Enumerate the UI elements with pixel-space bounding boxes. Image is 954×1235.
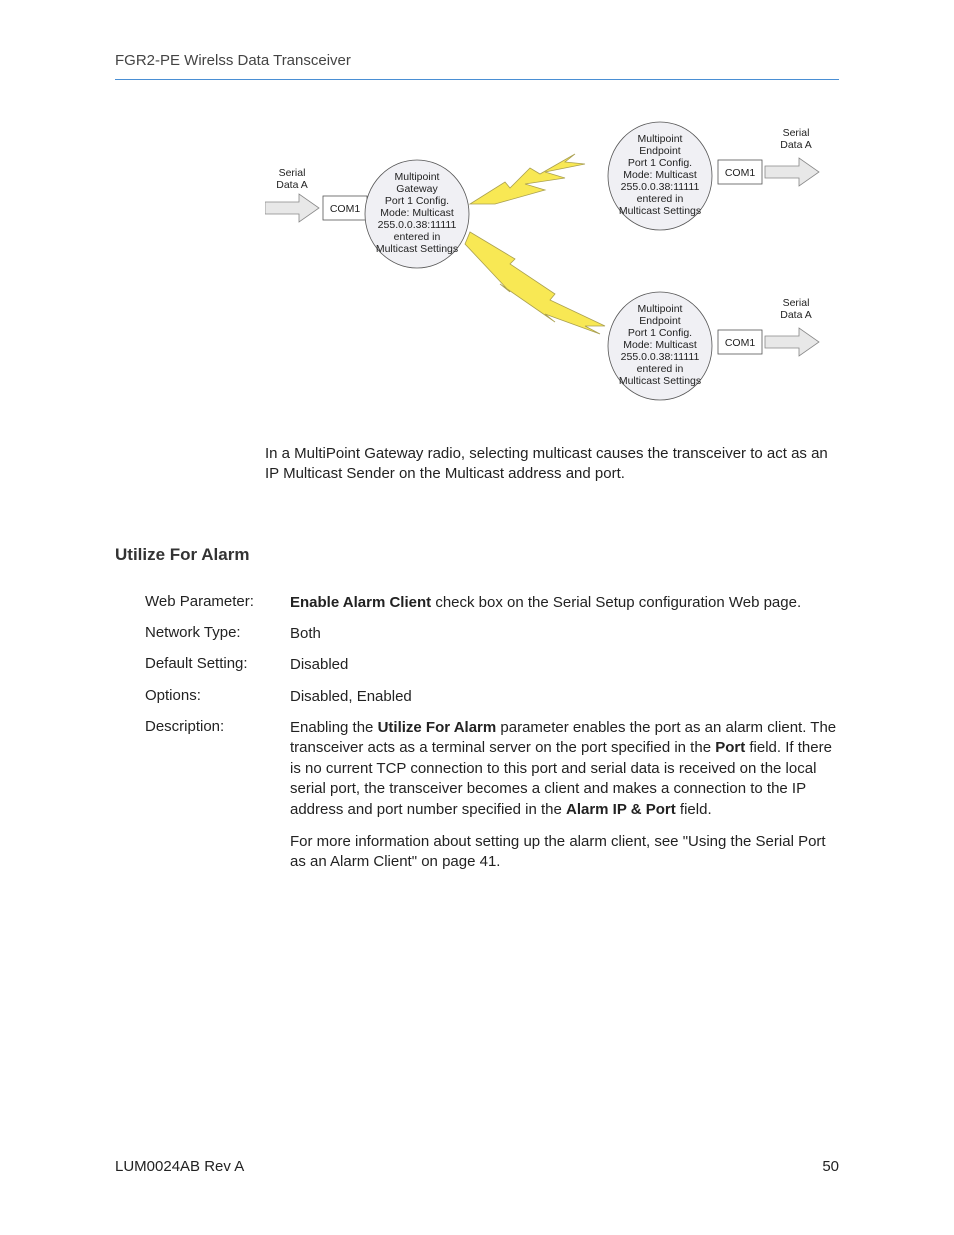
svg-text:entered in: entered in (394, 231, 441, 243)
value-web-parameter: Enable Alarm Client check box on the Ser… (290, 593, 839, 613)
row-options: Options: Disabled, Enabled (145, 687, 839, 707)
row-default-setting: Default Setting: Disabled (145, 655, 839, 675)
header-divider (115, 79, 839, 80)
svg-text:Mode: Multicast: Mode: Multicast (380, 207, 454, 219)
svg-text:Gateway: Gateway (396, 183, 438, 195)
com1-left-box: COM1 (323, 196, 367, 220)
row-web-parameter: Web Parameter: Enable Alarm Client check… (145, 593, 839, 613)
svg-text:Mode: Multicast: Mode: Multicast (623, 339, 697, 351)
svg-text:Multipoint: Multipoint (638, 133, 683, 145)
row-description: Description: Enabling the Utilize For Al… (145, 718, 839, 873)
svg-text:Port 1 Config.: Port 1 Config. (385, 195, 449, 207)
value-options: Disabled, Enabled (290, 687, 839, 707)
svg-text:entered in: entered in (637, 363, 684, 375)
svg-text:Multicast Settings: Multicast Settings (619, 205, 701, 217)
page-footer: LUM0024AB Rev A 50 (115, 1158, 839, 1175)
svg-text:Multipoint: Multipoint (638, 303, 683, 315)
left-input-arrow: Serial Data A (265, 167, 319, 222)
description-extra: For more information about setting up th… (290, 832, 839, 873)
label-default-setting: Default Setting: (145, 655, 290, 675)
multicast-diagram: Serial Data A COM1 Multipoint Gateway Po… (265, 104, 839, 424)
row-network-type: Network Type: Both (145, 624, 839, 644)
svg-text:Serial: Serial (279, 167, 306, 179)
svg-text:Port 1 Config.: Port 1 Config. (628, 157, 692, 169)
com1-right-1: COM1 Serial Data A (718, 127, 819, 186)
svg-text:255.0.0.38:11111: 255.0.0.38:11111 (378, 219, 457, 231)
section-heading: Utilize For Alarm (115, 545, 839, 565)
svg-text:Data A: Data A (276, 179, 308, 191)
label-network-type: Network Type: (145, 624, 290, 644)
value-description: Enabling the Utilize For Alarm parameter… (290, 718, 839, 873)
svg-text:255.0.0.38:11111: 255.0.0.38:11111 (621, 351, 700, 363)
svg-text:Endpoint: Endpoint (639, 145, 681, 157)
svg-text:Serial: Serial (783, 297, 810, 309)
endpoint2-ellipse: Multipoint Endpoint Port 1 Config. Mode:… (608, 292, 712, 400)
page-header-title: FGR2-PE Wirelss Data Transceiver (115, 52, 839, 69)
svg-text:Serial: Serial (783, 127, 810, 139)
svg-text:Multicast Settings: Multicast Settings (376, 243, 458, 255)
label-description: Description: (145, 718, 290, 873)
svg-text:entered in: entered in (637, 193, 684, 205)
diagram-svg: Serial Data A COM1 Multipoint Gateway Po… (265, 104, 835, 414)
svg-text:Mode: Multicast: Mode: Multicast (623, 169, 697, 181)
svg-text:COM1: COM1 (725, 167, 755, 179)
value-default-setting: Disabled (290, 655, 839, 675)
svg-text:255.0.0.38:11111: 255.0.0.38:11111 (621, 181, 700, 193)
svg-text:Multipoint: Multipoint (395, 171, 440, 183)
zig-top (470, 154, 585, 204)
intro-paragraph: In a MultiPoint Gateway radio, selecting… (265, 444, 839, 485)
parameter-block: Web Parameter: Enable Alarm Client check… (145, 593, 839, 873)
svg-text:Data A: Data A (780, 309, 812, 321)
footer-page-number: 50 (822, 1158, 839, 1175)
value-network-type: Both (290, 624, 839, 644)
svg-text:Multicast Settings: Multicast Settings (619, 375, 701, 387)
footer-doc-id: LUM0024AB Rev A (115, 1158, 244, 1175)
zig-bottom (465, 232, 605, 334)
svg-text:Endpoint: Endpoint (639, 315, 681, 327)
gateway-ellipse: Multipoint Gateway Port 1 Config. Mode: … (365, 160, 469, 268)
page: FGR2-PE Wirelss Data Transceiver Serial … (0, 0, 954, 1235)
label-options: Options: (145, 687, 290, 707)
svg-text:COM1: COM1 (330, 203, 360, 215)
endpoint1-ellipse: Multipoint Endpoint Port 1 Config. Mode:… (608, 122, 712, 230)
label-web-parameter: Web Parameter: (145, 593, 290, 613)
svg-text:Port 1 Config.: Port 1 Config. (628, 327, 692, 339)
com1-right-2: COM1 Serial Data A (718, 297, 819, 356)
svg-text:Data A: Data A (780, 139, 812, 151)
svg-text:COM1: COM1 (725, 337, 755, 349)
